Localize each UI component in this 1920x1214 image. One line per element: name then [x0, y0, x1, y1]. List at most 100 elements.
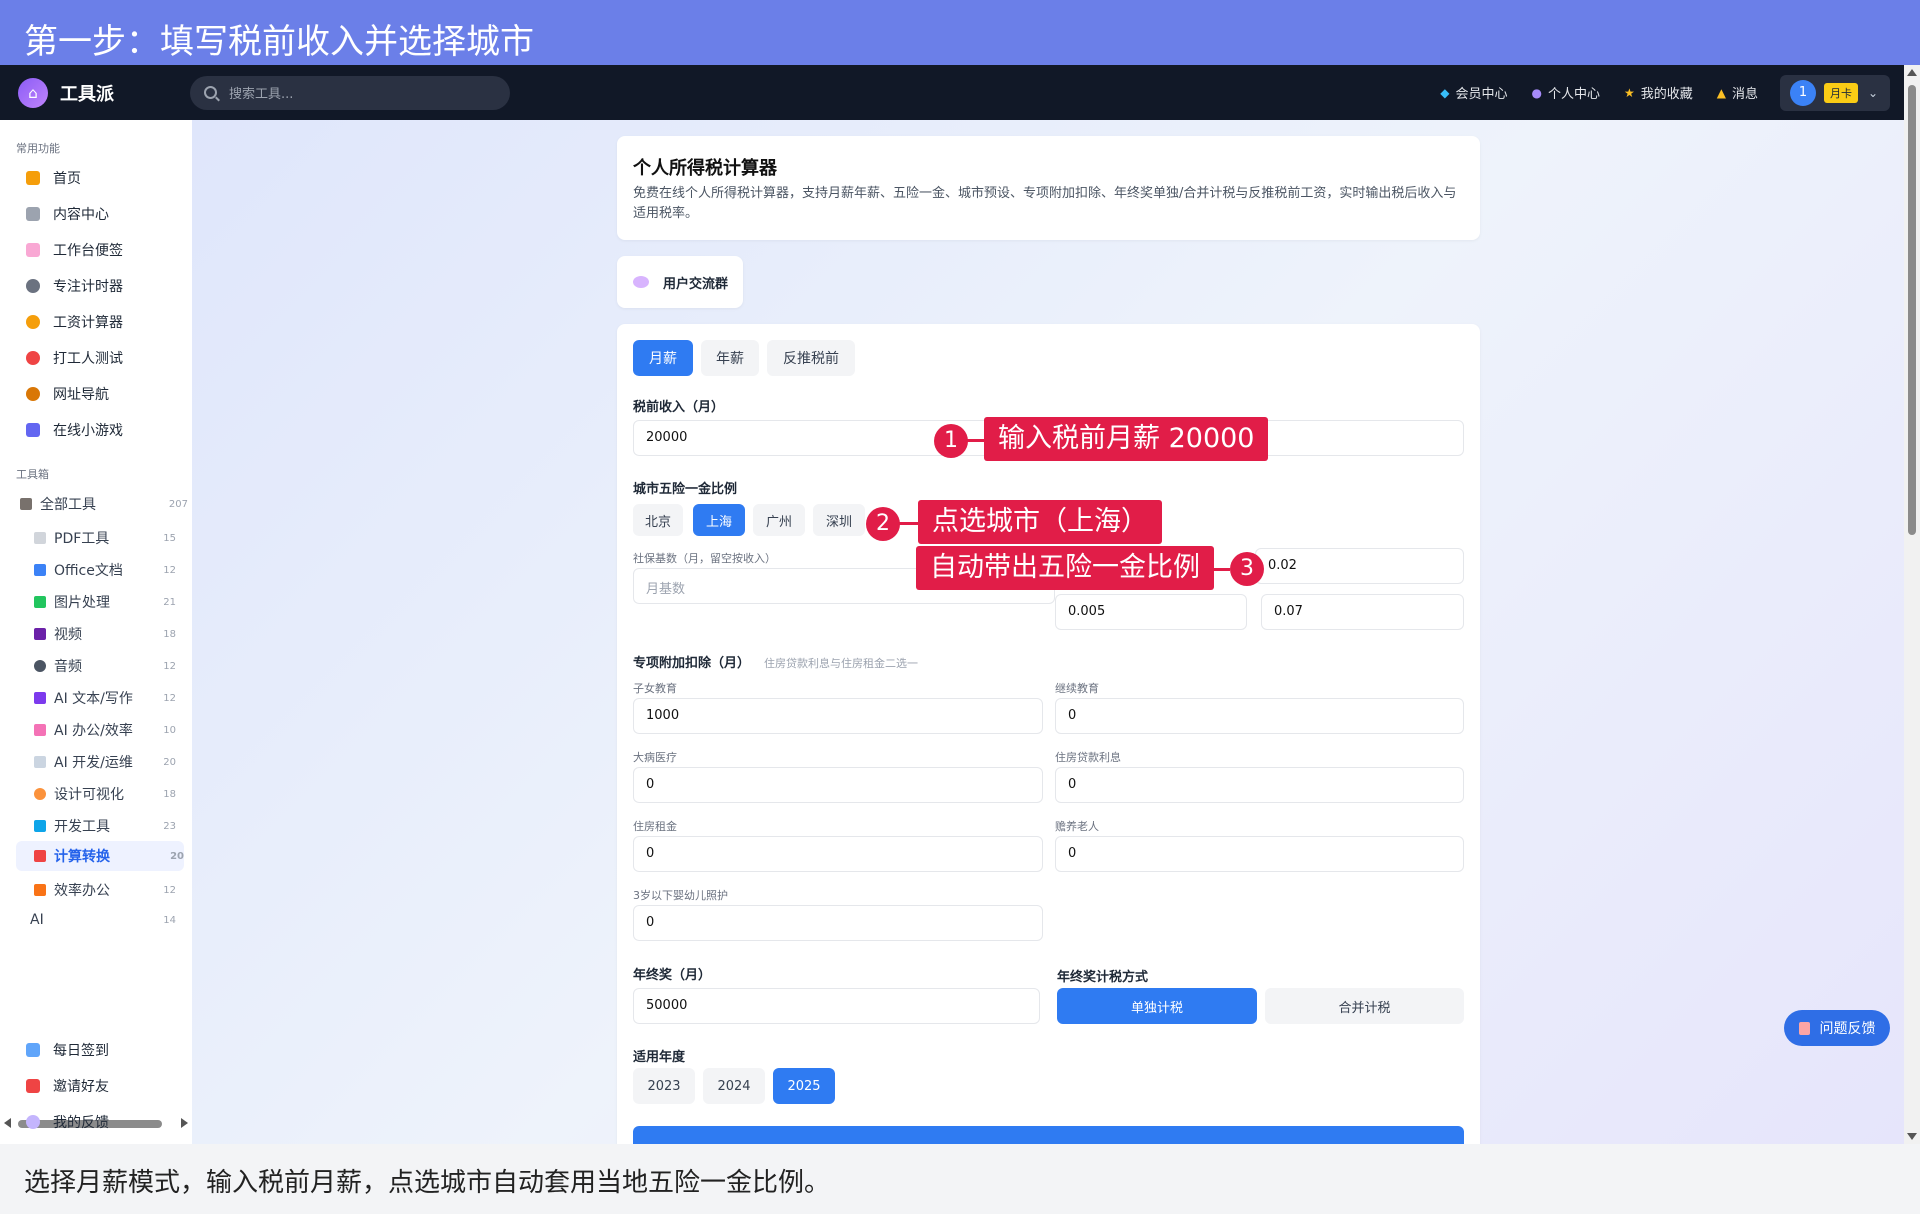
- nav-favorites[interactable]: ★ 我的收藏: [1624, 83, 1693, 103]
- annotation-number-3: 3: [1230, 552, 1264, 586]
- tab-reverse-pretax[interactable]: 反推税前: [767, 340, 855, 376]
- sidebar-sub-dev-tools[interactable]: 开发工具 23: [34, 816, 176, 836]
- scroll-left-icon[interactable]: [4, 1118, 11, 1128]
- child-education-input[interactable]: 1000: [633, 698, 1043, 734]
- search-input[interactable]: 搜索工具...: [229, 83, 293, 102]
- sidebar-sub-video[interactable]: 视频 18: [34, 624, 176, 644]
- city-guangzhou-button[interactable]: 广州: [753, 504, 805, 536]
- sidebar-item-web-nav[interactable]: 网址导航: [26, 384, 109, 404]
- music-note-icon: [34, 660, 46, 672]
- sidebar-sub-ai-dev[interactable]: AI 开发/运维 20: [34, 752, 176, 772]
- sidebar-sub-ai-office[interactable]: AI 办公/效率 10: [34, 720, 176, 740]
- nav-profile[interactable]: ● 个人中心: [1531, 83, 1600, 103]
- sidebar-sub-design[interactable]: 设计可视化 18: [34, 784, 176, 804]
- housing-rent-input[interactable]: 0: [633, 836, 1043, 872]
- sidebar-item-worker-test[interactable]: 打工人测试: [26, 348, 123, 368]
- special-deduction-label: 专项附加扣除（月） 住房贷款利息与住房租金二选一: [633, 656, 919, 671]
- gift-icon: [26, 1079, 40, 1093]
- clapper-icon: [34, 628, 46, 640]
- city-shenzhen-button[interactable]: 深圳: [813, 504, 865, 536]
- sidebar-sub-pdf[interactable]: PDF工具 15: [34, 528, 176, 548]
- serious-illness-input[interactable]: 0: [633, 767, 1043, 803]
- home-icon: [26, 171, 40, 185]
- scroll-down-icon[interactable]: [1907, 1133, 1917, 1140]
- mortgage-interest-input[interactable]: 0: [1055, 767, 1464, 803]
- sidebar-sub-calc-convert[interactable]: 计算转换 20: [16, 841, 184, 871]
- sidebar-item-all-tools[interactable]: 全部工具 207: [20, 494, 188, 514]
- robot-icon: [34, 692, 46, 704]
- feedback-button[interactable]: 问题反馈: [1784, 1010, 1890, 1046]
- tab-monthly[interactable]: 月薪: [633, 340, 693, 376]
- sidebar-sub-audio[interactable]: 音频 12: [34, 656, 176, 676]
- sidebar-sub-efficiency[interactable]: 效率办公 12: [34, 880, 176, 900]
- infant-care-input[interactable]: 0: [633, 905, 1043, 941]
- rate-input-1[interactable]: 0.02: [1255, 548, 1464, 584]
- serious-illness-label: 大病医疗: [633, 751, 677, 764]
- avatar: 1: [1790, 79, 1816, 106]
- sidebar-sub-ai[interactable]: AI 14: [30, 912, 176, 928]
- elderly-support-label: 赡养老人: [1055, 820, 1099, 833]
- page-title: 个人所得税计算器: [633, 158, 777, 179]
- annotation-number-2: 2: [866, 507, 900, 541]
- user-menu[interactable]: 1 月卡 ⌄: [1780, 74, 1890, 111]
- user-group-button[interactable]: 用户交流群: [617, 256, 743, 308]
- money-bag-icon: [26, 315, 40, 329]
- book-icon: [34, 564, 46, 576]
- annotation-3: 自动带出五险一金比例: [916, 546, 1214, 590]
- sidebar-sub-office[interactable]: Office文档 12: [34, 560, 176, 580]
- speech-bubble-icon: [633, 276, 649, 288]
- sidebar-item-home[interactable]: 首页: [26, 168, 81, 188]
- sidebar-item-my-feedback[interactable]: 我的反馈: [26, 1112, 109, 1132]
- pretax-income-label: 税前收入（月）: [633, 400, 725, 415]
- lightning-icon: [34, 884, 46, 896]
- nav-messages[interactable]: ▲ 消息: [1717, 83, 1758, 103]
- city-beijing-button[interactable]: 北京: [633, 504, 683, 536]
- combined-tax-button[interactable]: 合并计税: [1265, 988, 1464, 1024]
- annotation-connector-3: [1214, 568, 1230, 571]
- scrollbar-thumb[interactable]: [1908, 85, 1916, 535]
- scroll-right-icon[interactable]: [181, 1118, 188, 1128]
- logo-text: 工具派: [60, 83, 114, 105]
- sidebar-item-salary[interactable]: 工资计算器: [26, 312, 123, 332]
- page-vertical-scrollbar[interactable]: [1904, 65, 1920, 1144]
- membership-badge: 月卡: [1824, 82, 1858, 103]
- city-shanghai-button[interactable]: 上海: [693, 504, 745, 536]
- sidebar-item-notes[interactable]: 工作台便签: [26, 240, 123, 260]
- elderly-support-input[interactable]: 0: [1055, 836, 1464, 872]
- newspaper-icon: [26, 207, 40, 221]
- sidebar-item-checkin[interactable]: 每日签到: [26, 1040, 109, 1060]
- main-content: 个人所得税计算器 免费在线个人所得税计算器，支持月薪年薪、五险一金、城市预设、专…: [192, 120, 1904, 1154]
- continuing-education-label: 继续教育: [1055, 682, 1099, 695]
- top-navbar: ⌂ 工具派 搜索工具... ◆ 会员中心 ● 个人中心 ★ 我的收藏 ▲ 消息 1 月卡…: [0, 65, 1920, 120]
- tools-icon: [20, 498, 32, 510]
- search-icon: [204, 86, 217, 99]
- stopwatch-icon: [26, 279, 40, 293]
- sidebar-item-invite[interactable]: 邀请好友: [26, 1076, 109, 1096]
- continuing-education-input[interactable]: 0: [1055, 698, 1464, 734]
- annual-bonus-label: 年终奖（月）: [633, 968, 712, 983]
- search-box[interactable]: 搜索工具...: [190, 75, 510, 110]
- annual-bonus-input[interactable]: 50000: [633, 988, 1040, 1024]
- document-icon: [34, 532, 46, 544]
- mortgage-interest-label: 住房贷款利息: [1055, 751, 1121, 764]
- logo[interactable]: ⌂ 工具派: [18, 77, 190, 108]
- sidebar-section-toolbox: 工具箱: [16, 468, 49, 481]
- sidebar-item-content[interactable]: 内容中心: [26, 204, 109, 224]
- year-2024-button[interactable]: 2024: [703, 1068, 765, 1104]
- sidebar-sub-image[interactable]: 图片处理 21: [34, 592, 176, 612]
- tax-year-label: 适用年度: [633, 1050, 686, 1065]
- user-icon: ●: [1531, 85, 1542, 100]
- nav-vip-center[interactable]: ◆ 会员中心: [1440, 83, 1507, 103]
- year-2023-button[interactable]: 2023: [633, 1068, 695, 1104]
- sidebar-sub-ai-writing[interactable]: AI 文本/写作 12: [34, 688, 176, 708]
- scroll-up-icon[interactable]: [1907, 69, 1917, 76]
- child-education-label: 子女教育: [633, 682, 677, 695]
- year-2025-button[interactable]: 2025: [773, 1068, 835, 1104]
- separate-tax-button[interactable]: 单独计税: [1057, 988, 1257, 1024]
- rate-input-3[interactable]: 0.07: [1261, 594, 1464, 630]
- annotation-1: 输入税前月薪 20000: [984, 417, 1269, 461]
- rate-input-2[interactable]: 0.005: [1055, 594, 1247, 630]
- sidebar-item-timer[interactable]: 专注计时器: [26, 276, 123, 296]
- sidebar-item-games[interactable]: 在线小游戏: [26, 420, 123, 440]
- tab-yearly[interactable]: 年薪: [701, 340, 759, 376]
